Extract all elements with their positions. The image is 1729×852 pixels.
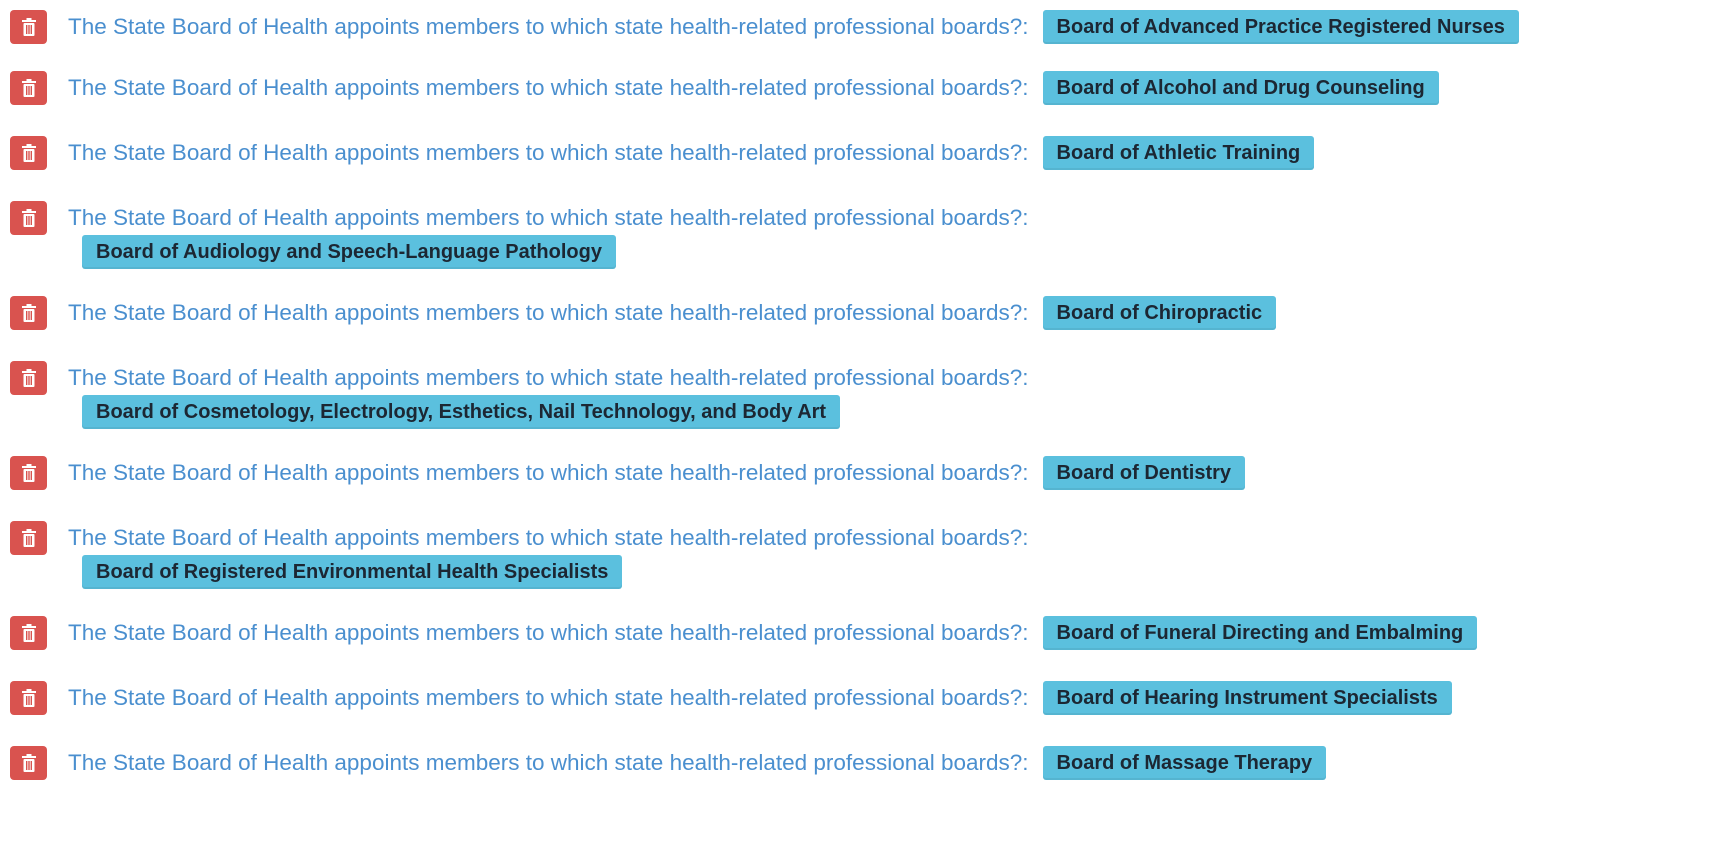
answer-badge: Board of Alcohol and Drug Counseling <box>1042 71 1439 105</box>
delete-button[interactable] <box>10 616 47 650</box>
delete-button[interactable] <box>10 296 47 330</box>
answer-badge: Board of Advanced Practice Registered Nu… <box>1042 10 1519 44</box>
answer-badge: Board of Massage Therapy <box>1042 746 1327 780</box>
item-content: The State Board of Health appoints membe… <box>68 616 1478 650</box>
trash-icon <box>21 689 37 707</box>
list-item: The State Board of Health appoints membe… <box>10 201 1088 269</box>
answer-badge: Board of Audiology and Speech-Language P… <box>82 235 616 269</box>
list-item: The State Board of Health appoints membe… <box>10 296 1277 330</box>
list-item: The State Board of Health appoints membe… <box>10 746 1327 780</box>
list-item: The State Board of Health appoints membe… <box>10 361 1088 429</box>
item-content: The State Board of Health appoints membe… <box>68 361 1088 429</box>
list-item: The State Board of Health appoints membe… <box>10 616 1478 650</box>
trash-icon <box>21 209 37 227</box>
question-text: The State Board of Health appoints membe… <box>68 14 1029 39</box>
item-content: The State Board of Health appoints membe… <box>68 136 1315 170</box>
question-text: The State Board of Health appoints membe… <box>68 460 1029 485</box>
trash-icon <box>21 144 37 162</box>
trash-icon <box>21 369 37 387</box>
trash-icon <box>21 464 37 482</box>
item-content: The State Board of Health appoints membe… <box>68 201 1088 269</box>
question-text: The State Board of Health appoints membe… <box>68 620 1029 645</box>
answer-badge: Board of Registered Environmental Health… <box>82 555 623 589</box>
question-text: The State Board of Health appoints membe… <box>68 525 1029 550</box>
item-content: The State Board of Health appoints membe… <box>68 71 1439 105</box>
trash-icon <box>21 754 37 772</box>
question-text: The State Board of Health appoints membe… <box>68 750 1029 775</box>
trash-icon <box>21 79 37 97</box>
list-item: The State Board of Health appoints membe… <box>10 681 1452 715</box>
answer-badge: Board of Funeral Directing and Embalming <box>1042 616 1478 650</box>
list-item: The State Board of Health appoints membe… <box>10 136 1315 170</box>
item-content: The State Board of Health appoints membe… <box>68 681 1452 715</box>
list-item: The State Board of Health appoints membe… <box>10 521 1088 589</box>
list-item: The State Board of Health appoints membe… <box>10 10 1519 44</box>
item-content: The State Board of Health appoints membe… <box>68 10 1519 44</box>
delete-button[interactable] <box>10 201 47 235</box>
delete-button[interactable] <box>10 456 47 490</box>
delete-button[interactable] <box>10 521 47 555</box>
answer-badge: Board of Dentistry <box>1042 456 1246 490</box>
delete-button[interactable] <box>10 361 47 395</box>
delete-button[interactable] <box>10 746 47 780</box>
item-content: The State Board of Health appoints membe… <box>68 456 1246 490</box>
list-item: The State Board of Health appoints membe… <box>10 456 1246 490</box>
trash-icon <box>21 18 37 36</box>
answer-badge: Board of Chiropractic <box>1042 296 1277 330</box>
trash-icon <box>21 304 37 322</box>
item-content: The State Board of Health appoints membe… <box>68 296 1277 330</box>
delete-button[interactable] <box>10 10 47 44</box>
question-text: The State Board of Health appoints membe… <box>68 300 1029 325</box>
item-content: The State Board of Health appoints membe… <box>68 746 1327 780</box>
delete-button[interactable] <box>10 71 47 105</box>
question-text: The State Board of Health appoints membe… <box>68 75 1029 100</box>
trash-icon <box>21 624 37 642</box>
question-text: The State Board of Health appoints membe… <box>68 365 1029 390</box>
question-text: The State Board of Health appoints membe… <box>68 685 1029 710</box>
item-content: The State Board of Health appoints membe… <box>68 521 1088 589</box>
delete-button[interactable] <box>10 681 47 715</box>
question-text: The State Board of Health appoints membe… <box>68 205 1029 230</box>
delete-button[interactable] <box>10 136 47 170</box>
question-text: The State Board of Health appoints membe… <box>68 140 1029 165</box>
list-item: The State Board of Health appoints membe… <box>10 71 1439 105</box>
answer-badge: Board of Hearing Instrument Specialists <box>1042 681 1452 715</box>
answer-badge: Board of Cosmetology, Electrology, Esthe… <box>82 395 841 429</box>
answer-badge: Board of Athletic Training <box>1042 136 1315 170</box>
trash-icon <box>21 529 37 547</box>
